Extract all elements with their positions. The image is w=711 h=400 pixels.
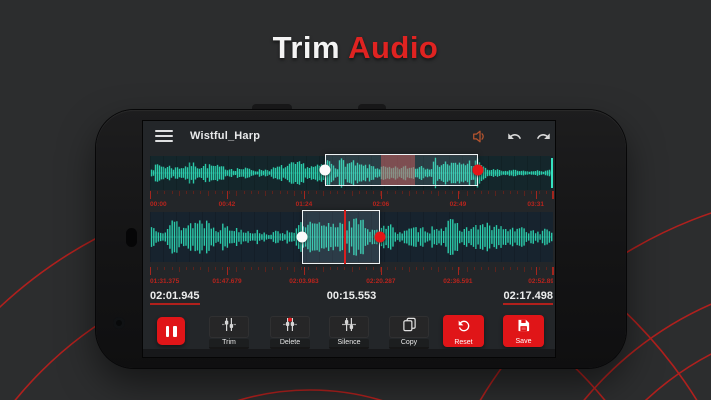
undo-icon[interactable]: [503, 127, 525, 145]
copy-button[interactable]: Copy: [389, 316, 429, 349]
timeline-label: 02:06: [373, 201, 390, 208]
zoom-timeline-ticks: [150, 267, 553, 276]
time-readouts: 02:01.945 00:15.553 02:17.498: [150, 290, 553, 308]
zoom-start-handle[interactable]: [296, 232, 307, 243]
timeline-label: 00:42: [219, 201, 236, 208]
trim-button-label: Trim: [209, 339, 249, 349]
silence-icon: [341, 317, 357, 337]
delete-icon: [282, 317, 298, 337]
silence-button[interactable]: Silence: [329, 316, 369, 349]
copy-icon: [402, 317, 417, 337]
trim-button[interactable]: Trim: [209, 316, 249, 349]
app-bar: Wistful_Harp: [143, 121, 555, 152]
silence-button-label: Silence: [329, 339, 369, 349]
page-title-red: Audio: [348, 30, 438, 65]
page-title: Trim Audio: [0, 30, 711, 66]
phone-camera: [113, 317, 125, 329]
timeline-label: 01:31.375: [150, 278, 179, 285]
overview-timeline-labels: 00:00 00:42 01:24 02:06 02:49 03:31: [150, 201, 553, 210]
timeline-label: 02:20.287: [366, 278, 395, 285]
page-title-white: Trim: [273, 30, 340, 65]
redo-icon[interactable]: [532, 127, 554, 145]
track-title: Wistful_Harp: [190, 130, 260, 142]
timeline-label: 02:52.895: [528, 278, 553, 285]
overview-start-handle[interactable]: [319, 165, 330, 176]
zoom-selection[interactable]: [302, 210, 380, 264]
phone-earpiece: [126, 228, 137, 247]
reset-icon: [456, 318, 472, 339]
selection-duration: 00:15.553: [327, 290, 377, 302]
selection-end-time[interactable]: 02:17.498: [503, 290, 553, 305]
timeline-label: 00:00: [150, 201, 167, 208]
save-button[interactable]: Save: [503, 315, 544, 347]
delete-button-label: Delete: [270, 339, 310, 349]
selection-start-time[interactable]: 02:01.945: [150, 290, 200, 305]
end-of-track-marker: [551, 158, 553, 188]
promo-canvas: Trim Audio Wistful_Harp: [0, 0, 711, 400]
screen-bottom-shade: [143, 349, 555, 357]
timeline-label: 01:24: [296, 201, 313, 208]
app-screen: Wistful_Harp 0: [143, 121, 555, 357]
edit-toolbar: Trim Delete: [143, 315, 555, 349]
trim-icon: [221, 317, 237, 337]
save-icon: [516, 318, 531, 338]
menu-icon[interactable]: [155, 130, 173, 143]
reset-button-label: Reset: [454, 339, 472, 347]
copy-button-label: Copy: [389, 339, 429, 349]
pause-icon: [173, 326, 177, 337]
overview-selection[interactable]: [325, 154, 478, 186]
speaker-icon[interactable]: [468, 127, 490, 145]
delete-button[interactable]: Delete: [270, 316, 310, 349]
playhead[interactable]: [344, 210, 346, 264]
overview-end-handle[interactable]: [473, 165, 484, 176]
waveform-overview[interactable]: [150, 156, 553, 190]
timeline-label: 01:47.679: [212, 278, 241, 285]
save-button-label: Save: [516, 338, 532, 346]
zoom-end-handle[interactable]: [375, 232, 386, 243]
pause-icon: [166, 326, 170, 337]
timeline-label: 03:31: [527, 201, 544, 208]
zoom-timeline-labels: 01:31.375 01:47.679 02:03.983 02:20.287 …: [150, 278, 553, 287]
waveform-zoom[interactable]: [150, 212, 553, 262]
timeline-label: 02:36.591: [443, 278, 472, 285]
pause-button[interactable]: [157, 317, 185, 345]
timeline-label: 02:49: [450, 201, 467, 208]
reset-button[interactable]: Reset: [443, 315, 484, 347]
timeline-label: 02:03.983: [289, 278, 318, 285]
overview-timeline-ticks: [150, 191, 553, 200]
